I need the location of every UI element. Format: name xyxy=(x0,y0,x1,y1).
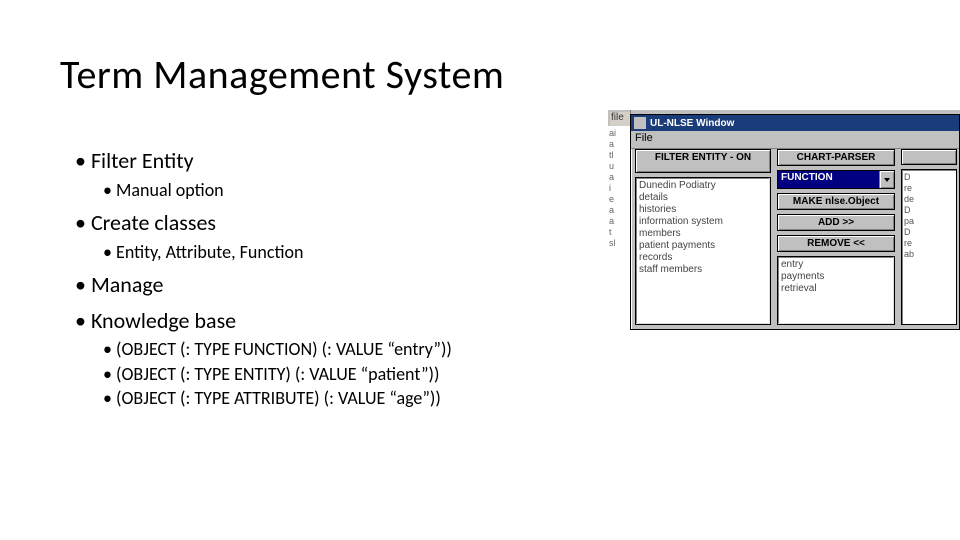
list-item[interactable]: histories xyxy=(639,204,767,216)
window-title-text: UL-NLSE Window xyxy=(650,118,734,129)
list-item[interactable]: members xyxy=(639,228,767,240)
bullet-kb-line-2: (OBJECT (: TYPE ENTITY) (: VALUE “patien… xyxy=(103,362,452,386)
list-item[interactable]: retrieval xyxy=(781,283,891,295)
bullet-kb-line-3: (OBJECT (: TYPE ATTRIBUTE) (: VALUE “age… xyxy=(103,386,452,410)
list-item[interactable]: patient payments xyxy=(639,240,767,252)
app-screenshot: file aia tlu a i e aa t sl UL-NLSE Windo… xyxy=(608,110,960,330)
bullet-filter-entity: Filter Entity xyxy=(75,146,452,176)
truncated-button[interactable] xyxy=(901,149,957,165)
background-window-title: file xyxy=(610,112,630,126)
menu-file[interactable]: File xyxy=(635,132,653,144)
list-item[interactable]: details xyxy=(639,192,767,204)
entity-listbox[interactable]: Dunedin Podiatry details histories infor… xyxy=(635,177,771,325)
combobox-selected-value: FUNCTION xyxy=(778,171,879,188)
window-titlebar[interactable]: UL-NLSE Window xyxy=(631,115,959,131)
truncated-text-panel: Dre de Dpa D reab xyxy=(901,169,957,325)
system-icon xyxy=(634,117,646,129)
bullet-entity-attribute-function: Entity, Attribute, Function xyxy=(103,240,452,264)
list-item[interactable]: entry xyxy=(781,259,891,271)
bullet-kb-line-1: (OBJECT (: TYPE FUNCTION) (: VALUE “entr… xyxy=(103,337,452,361)
background-window-body: aia tlu a i e aa t sl xyxy=(608,126,630,330)
slide-title: Term Management System xyxy=(60,50,504,99)
make-object-button[interactable]: MAKE nlse.Object xyxy=(777,193,895,210)
menubar: File xyxy=(631,131,959,149)
function-listbox[interactable]: entry payments retrieval xyxy=(777,256,895,325)
background-window-fragment: file aia tlu a i e aa t sl xyxy=(608,110,631,330)
right-panel-fragment: Dre de Dpa D reab xyxy=(901,149,957,325)
list-item[interactable]: information system xyxy=(639,216,767,228)
ul-nlse-window: UL-NLSE Window File FILTER ENTITY - ON D… xyxy=(630,114,960,330)
list-item[interactable]: Dunedin Podiatry xyxy=(639,180,767,192)
bullet-manage: Manage xyxy=(75,270,452,300)
list-item[interactable]: payments xyxy=(781,271,891,283)
bullet-create-classes: Create classes xyxy=(75,208,452,238)
remove-button[interactable]: REMOVE << xyxy=(777,235,895,252)
slide-body: Filter Entity Manual option Create class… xyxy=(75,140,452,414)
list-item[interactable]: records xyxy=(639,252,767,264)
class-type-combobox[interactable]: FUNCTION xyxy=(777,170,895,189)
list-item[interactable]: staff members xyxy=(639,264,767,276)
bullet-knowledge-base: Knowledge base xyxy=(75,306,452,336)
chevron-down-icon[interactable] xyxy=(879,171,894,188)
add-button[interactable]: ADD >> xyxy=(777,214,895,231)
chart-parser-button[interactable]: CHART-PARSER xyxy=(777,149,895,166)
filter-entity-button[interactable]: FILTER ENTITY - ON xyxy=(635,149,771,173)
bullet-manual-option: Manual option xyxy=(103,178,452,202)
